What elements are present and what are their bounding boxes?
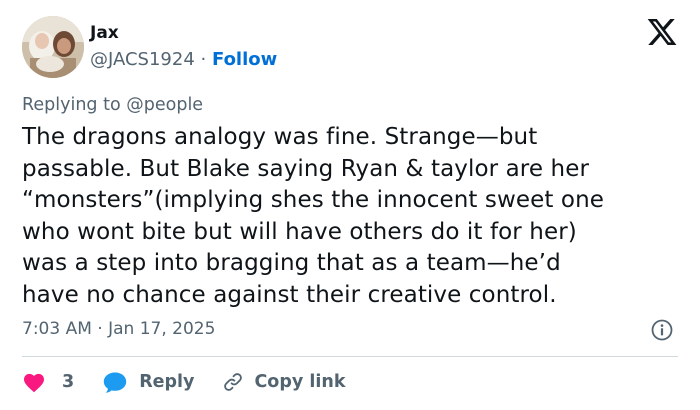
author-name[interactable]: Jax bbox=[90, 22, 119, 44]
reply-label: Reply bbox=[139, 372, 195, 392]
reply-prefix: Replying to bbox=[22, 95, 121, 115]
reply-mention[interactable]: @people bbox=[126, 95, 203, 115]
action-bar: 3 Reply Copy link bbox=[22, 368, 345, 396]
speech-bubble-icon bbox=[103, 372, 127, 393]
handle-separator: · bbox=[200, 49, 207, 70]
copy-link-label: Copy link bbox=[254, 372, 346, 392]
divider bbox=[22, 356, 678, 357]
like-count: 3 bbox=[62, 372, 75, 392]
link-icon bbox=[224, 373, 243, 391]
author-handle-row: @JACS1924 · Follow bbox=[90, 48, 277, 72]
reply-context: Replying to @people bbox=[22, 94, 203, 116]
tweet-timestamp[interactable]: 7:03 AM · Jan 17, 2025 bbox=[22, 318, 215, 340]
x-logo-icon[interactable] bbox=[646, 16, 678, 48]
tweet-text: The dragons analogy was fine. Strange—bu… bbox=[22, 124, 605, 308]
reply-button[interactable]: Reply bbox=[102, 370, 194, 394]
copy-link-button[interactable]: Copy link bbox=[222, 371, 345, 393]
avatar[interactable] bbox=[22, 16, 84, 78]
tweet-card: Jax @JACS1924 · Follow Replying to @peop… bbox=[0, 0, 700, 410]
author-handle[interactable]: @JACS1924 bbox=[90, 49, 195, 70]
heart-icon bbox=[24, 373, 44, 393]
follow-button[interactable]: Follow bbox=[212, 49, 277, 70]
like-button[interactable]: 3 bbox=[22, 371, 74, 393]
info-icon[interactable] bbox=[650, 318, 674, 342]
avatar-photo bbox=[22, 16, 84, 78]
